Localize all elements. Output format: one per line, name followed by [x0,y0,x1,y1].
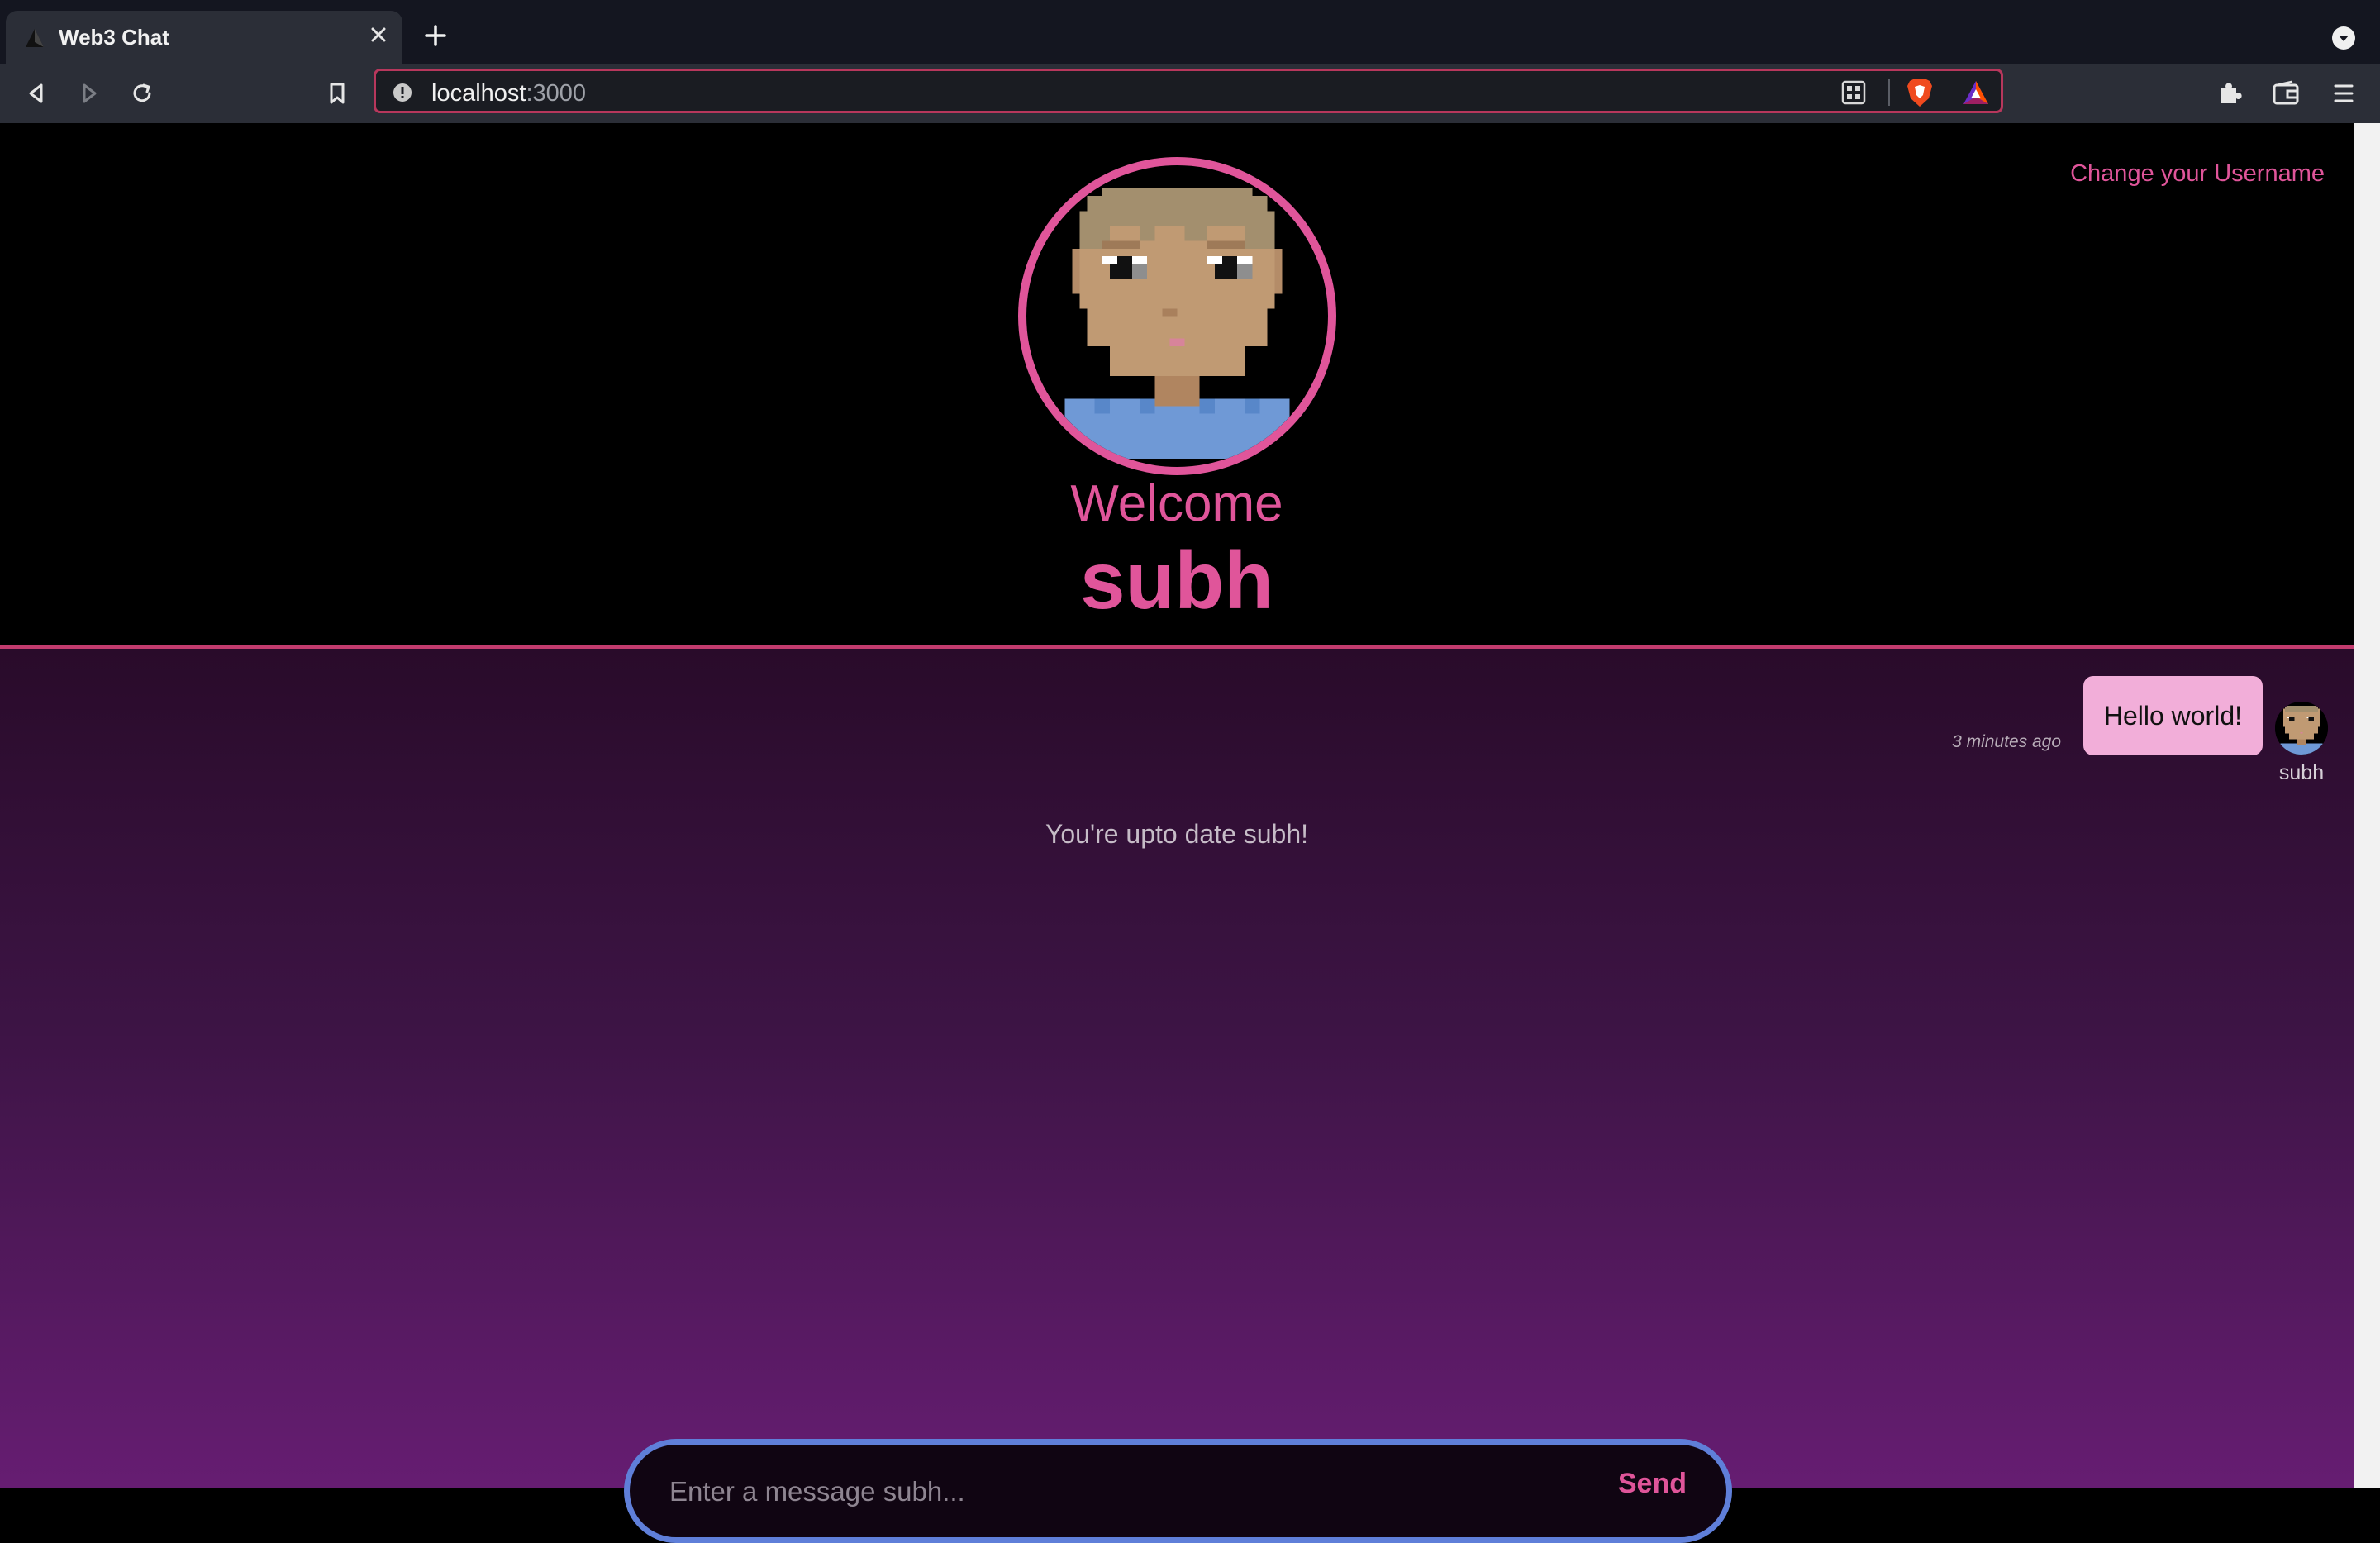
welcome-heading: Welcome [1070,475,1283,532]
site-favicon-icon [26,29,44,47]
wallet-icon[interactable] [2271,79,2301,108]
page-scrollbar-gutter [2354,123,2380,1488]
browser-toolbar: localhost:3000 [0,64,2380,123]
qr-code-icon[interactable] [1840,79,1867,106]
status-text: You're upto date subh! [1045,819,1309,849]
url-text: localhost:3000 [431,80,586,107]
browser-tab[interactable]: Web3 Chat [6,11,402,64]
address-bar-separator [1888,79,1890,106]
url-host: localhost [431,80,526,107]
address-bar[interactable]: localhost:3000 [374,69,2003,113]
url-port: :3000 [526,80,587,107]
username-heading: subh [1079,535,1274,626]
brave-shields-icon[interactable] [1905,77,1935,108]
forward-icon[interactable] [74,79,104,108]
site-info-icon[interactable] [393,83,412,102]
message-timestamp: 3 minutes ago [1952,732,2061,751]
tab-title: Web3 Chat [59,25,169,50]
chat-page: Change your Username Welcome subh 3 minu… [0,123,2354,1543]
message-input[interactable] [668,1445,1539,1539]
back-icon[interactable] [21,79,51,108]
message-avatar [2275,702,2328,755]
reload-icon[interactable] [127,79,157,108]
message-username: subh [2278,761,2325,784]
new-tab-icon[interactable] [423,23,448,48]
extensions-icon[interactable] [2215,79,2244,108]
brave-rewards-icon[interactable] [1961,79,1991,107]
message-composer: Send [624,1439,1732,1543]
change-username-link[interactable]: Change your Username [2070,160,2325,188]
send-button[interactable]: Send [1618,1468,1687,1500]
profile-avatar [1018,157,1336,475]
browser-tabstrip: Web3 Chat [0,0,2380,64]
tab-search-dropdown-icon[interactable] [2330,25,2357,51]
header-divider [0,645,2354,649]
close-tab-icon[interactable] [366,22,391,47]
bookmark-icon[interactable] [322,79,352,108]
menu-icon[interactable] [2329,79,2359,108]
message-bubble: Hello world! [2082,676,2263,755]
